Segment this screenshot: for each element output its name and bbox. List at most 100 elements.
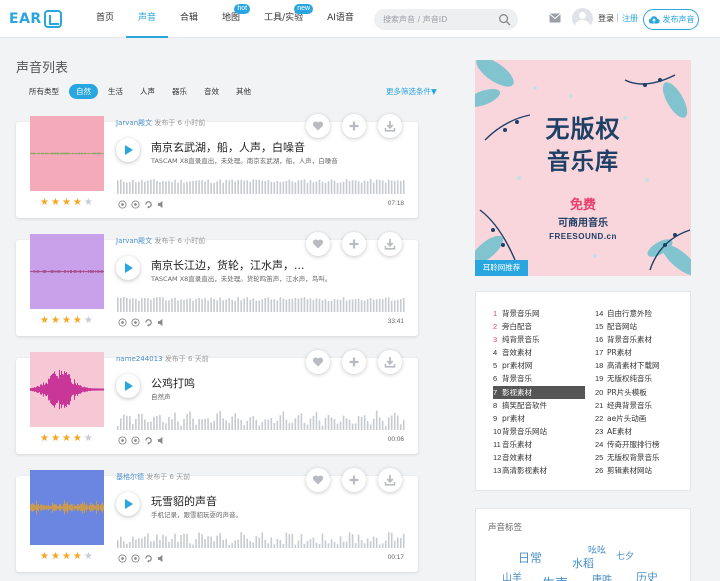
download-button[interactable] — [378, 468, 402, 492]
tag-link[interactable]: 历史 — [636, 569, 658, 581]
waveform[interactable] — [117, 290, 406, 312]
sound-thumbnail[interactable] — [30, 234, 104, 309]
nav-item-sounds[interactable]: 声音 — [126, 0, 169, 38]
waveform[interactable] — [117, 172, 406, 194]
download-button[interactable] — [378, 114, 402, 138]
add-to-collection-button[interactable] — [342, 232, 366, 256]
register-link[interactable]: 注册 — [622, 13, 638, 24]
filter-nature[interactable]: 自然 — [69, 84, 98, 99]
download-button[interactable] — [378, 350, 402, 374]
tag-link[interactable]: 水稻 — [572, 555, 594, 571]
ranking-number: 12 — [493, 453, 502, 463]
ranking-item[interactable]: 15 配音网站 — [595, 320, 687, 333]
ranking-item[interactable]: 4 音效素材 — [493, 346, 585, 359]
sound-thumbnail[interactable] — [30, 470, 104, 545]
waveform[interactable] — [117, 526, 406, 548]
play-button[interactable] — [116, 492, 140, 516]
filter-voice[interactable]: 人声 — [133, 84, 162, 99]
filter-other[interactable]: 其他 — [229, 84, 258, 99]
more-filters-link[interactable]: 更多筛选条件▼ — [386, 86, 437, 97]
search-icon[interactable] — [498, 13, 511, 26]
ranking-item[interactable]: 20 PR片头模板 — [595, 386, 687, 399]
nav-item-home[interactable]: 首页 — [84, 0, 126, 38]
ranking-item[interactable]: 11 音乐素材 — [493, 438, 585, 451]
ranking-number: 25 — [595, 453, 604, 463]
add-to-collection-button[interactable] — [342, 468, 366, 492]
sound-thumbnail[interactable] — [30, 352, 104, 427]
download-button[interactable] — [378, 232, 402, 256]
ranking-number: 15 — [595, 322, 604, 332]
loop-icon — [145, 555, 152, 563]
ad-headline-2: 音乐库 — [547, 149, 619, 175]
ranking-item[interactable]: 7 影视素材 — [493, 385, 585, 399]
site-logo[interactable]: EAR — [9, 9, 62, 29]
ranking-item[interactable]: 17 PR素材 — [595, 346, 687, 359]
tag-link[interactable]: 山羊 — [502, 569, 522, 581]
plus-icon — [349, 239, 359, 249]
publish-sound-button[interactable]: 发布声音 — [643, 9, 699, 30]
ranking-item[interactable]: 16 背景音乐素材 — [595, 333, 687, 346]
ranking-item[interactable]: 26 剪辑素材网站 — [595, 464, 687, 477]
star-icon: ★ — [72, 551, 82, 562]
nav-item-map[interactable]: 地图 hot — [210, 0, 252, 38]
like-button[interactable] — [306, 114, 330, 138]
like-button[interactable] — [306, 468, 330, 492]
ranking-item[interactable]: 21 经典背景音乐 — [595, 399, 687, 412]
nav-item-tools[interactable]: 工具/实验 new — [252, 0, 315, 38]
ranking-item[interactable]: 22 ae片头动画 — [595, 412, 687, 425]
tag-link[interactable]: 生声 — [542, 573, 568, 581]
tag-link[interactable]: 唐吽 — [592, 571, 612, 581]
waveform[interactable] — [117, 408, 406, 430]
ranking-item[interactable]: 5 pr素材网 — [493, 359, 585, 372]
tag-link[interactable]: 吆吆 — [588, 543, 606, 556]
mail-icon[interactable] — [549, 13, 561, 23]
sound-title[interactable]: 南京长江边，货轮，江水声，... — [151, 257, 305, 273]
login-link[interactable]: 登录 — [598, 13, 614, 24]
search-input[interactable] — [383, 12, 493, 27]
like-button[interactable] — [306, 232, 330, 256]
author-link[interactable]: Jarvan殿文 — [116, 237, 152, 245]
filter-all[interactable]: 所有类型 — [22, 84, 66, 99]
ranking-item[interactable]: 24 传奇开服排行榜 — [595, 438, 687, 451]
sound-thumbnail[interactable] — [30, 116, 104, 191]
ranking-item[interactable]: 9 pr素材 — [493, 412, 585, 425]
tag-link[interactable]: 日常 — [518, 549, 542, 566]
ranking-item[interactable]: 18 高清素材下载网 — [595, 359, 687, 372]
author-link[interactable]: name244013 — [116, 355, 163, 363]
promo-banner[interactable]: 无版权 音乐库 免费 可商用音乐 FREESOUND.cn 耳聆网推荐 — [475, 60, 691, 276]
play-button[interactable] — [116, 256, 140, 280]
ranking-item[interactable]: 23 AE素材 — [595, 425, 687, 438]
ranking-item[interactable]: 25 无版权背景音乐 — [595, 451, 687, 464]
sound-title[interactable]: 玩雪貂的声音 — [151, 493, 217, 509]
add-to-collection-button[interactable] — [342, 114, 366, 138]
author-link[interactable]: Jarvan殿文 — [116, 119, 152, 127]
ranking-item[interactable]: 10 背景音乐网站 — [493, 425, 585, 438]
ranking-item[interactable]: 14 自由行意外险 — [595, 307, 687, 320]
author-link[interactable]: 基格尔德 — [116, 473, 144, 481]
ranking-item[interactable]: 3 纯背景音乐 — [493, 333, 585, 346]
sound-title[interactable]: 南京玄武湖，船，人声，白噪音 — [151, 139, 305, 155]
play-button[interactable] — [116, 138, 140, 162]
avatar[interactable] — [572, 8, 593, 29]
ranking-item[interactable]: 8 搞笑配音软件 — [493, 399, 585, 412]
ranking-item[interactable]: 2 旁白配音 — [493, 320, 585, 333]
ranking-label: AE素材 — [607, 426, 632, 436]
ranking-item[interactable]: 19 无版权纯音乐 — [595, 372, 687, 385]
ranking-item[interactable]: 1 背景音乐网 — [493, 307, 585, 320]
ranking-item[interactable]: 12 音效素材 — [493, 451, 585, 464]
sound-title[interactable]: 公鸡打鸣 — [151, 375, 195, 391]
filter-instrument[interactable]: 器乐 — [165, 84, 194, 99]
nav-item-collections[interactable]: 合辑 — [168, 0, 210, 38]
nav-item-ai-voice[interactable]: AI语音 — [315, 0, 366, 38]
plus-icon — [349, 475, 359, 485]
tag-link[interactable]: 七夕 — [616, 549, 634, 562]
star-icon: ★ — [61, 551, 71, 562]
ranking-item[interactable]: 6 背景音乐 — [493, 372, 585, 385]
filter-life[interactable]: 生活 — [101, 84, 130, 99]
add-to-collection-button[interactable] — [342, 350, 366, 374]
play-button[interactable] — [116, 374, 140, 398]
waveform-thumb — [30, 116, 104, 191]
filter-sfx[interactable]: 音效 — [197, 84, 226, 99]
like-button[interactable] — [306, 350, 330, 374]
ranking-item[interactable]: 13 高清影视素材 — [493, 464, 585, 477]
